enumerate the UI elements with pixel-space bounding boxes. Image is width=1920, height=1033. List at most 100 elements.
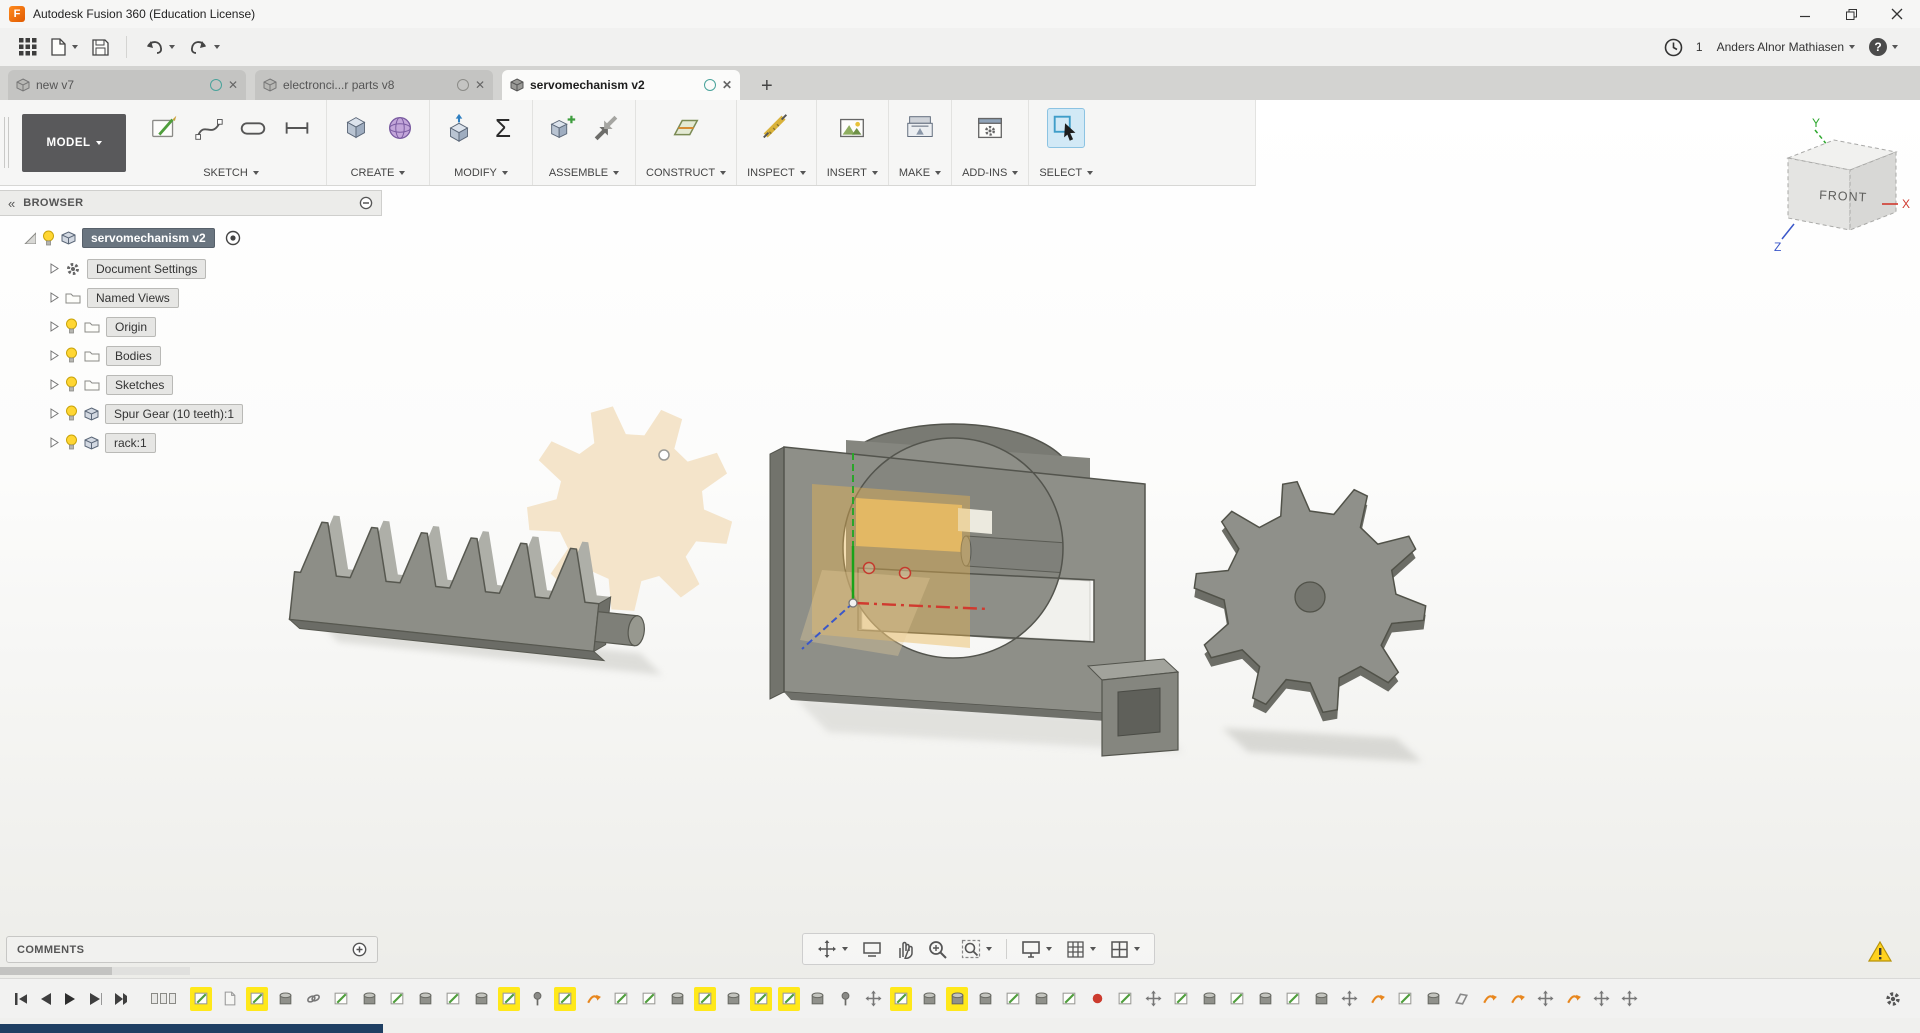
ribbon-group-label[interactable]: INSERT	[827, 167, 878, 179]
visibility-bulb-icon[interactable]	[65, 405, 78, 422]
display-settings-icon[interactable]	[1015, 938, 1058, 960]
timeline-go-to-end-button[interactable]	[108, 986, 133, 1012]
parameters-sigma-icon[interactable]: Σ	[484, 108, 522, 148]
timeline-sketch-icon[interactable]	[610, 987, 632, 1011]
timeline-scrollbar[interactable]	[0, 1024, 383, 1033]
timeline-joint-icon[interactable]	[1506, 987, 1528, 1011]
slot-tool-icon[interactable]	[234, 108, 272, 148]
timeline-sketch-icon[interactable]	[386, 987, 408, 1011]
look-at-icon[interactable]	[856, 939, 888, 959]
timeline-extrude-icon[interactable]	[1422, 987, 1444, 1011]
sketch-circle[interactable]	[862, 561, 876, 575]
browser-item-label[interactable]: rack:1	[105, 432, 156, 453]
timeline-step-forward-button[interactable]	[83, 986, 108, 1012]
browser-root-item[interactable]: servomechanism v2	[0, 222, 382, 254]
timeline-sketch-icon[interactable]	[778, 986, 800, 1011]
timeline-extrude-icon[interactable]	[274, 987, 296, 1011]
expander-icon[interactable]	[50, 408, 59, 419]
timeline-sketch-icon[interactable]	[1226, 987, 1248, 1011]
timeline-move-icon[interactable]	[1534, 987, 1556, 1011]
expander-icon[interactable]	[50, 263, 59, 274]
browser-item-label[interactable]: Named Views	[87, 287, 179, 308]
visibility-bulb-icon[interactable]	[65, 318, 78, 335]
timeline-joint-icon[interactable]	[1366, 987, 1388, 1011]
viewcube-front-face[interactable]: FRONT	[1819, 188, 1868, 204]
browser-item-rack[interactable]: rack:1	[0, 428, 382, 457]
timeline-move-icon[interactable]	[1590, 987, 1612, 1011]
restore-button[interactable]	[1828, 0, 1874, 28]
timeline-extrude-icon[interactable]	[358, 987, 380, 1011]
new-body-box-icon[interactable]	[337, 108, 375, 148]
comments-scrollbar[interactable]	[0, 967, 190, 975]
ribbon-group-label[interactable]: SELECT	[1039, 167, 1094, 179]
expander-icon[interactable]	[50, 350, 59, 361]
app-grid-icon[interactable]	[12, 32, 44, 62]
timeline-options-gear-icon[interactable]	[1884, 990, 1912, 1008]
workspace-switcher[interactable]: MODEL	[22, 113, 126, 172]
timeline-extrude-icon[interactable]	[1030, 987, 1052, 1011]
timeline-extrude-icon[interactable]	[1254, 987, 1276, 1011]
timeline-extrude-icon[interactable]	[414, 987, 436, 1011]
browser-item-sketches[interactable]: Sketches	[0, 370, 382, 399]
3d-print-icon[interactable]	[901, 108, 939, 148]
timeline-sketch-icon[interactable]	[694, 986, 716, 1011]
ribbon-group-label[interactable]: SKETCH	[203, 167, 259, 179]
grid-settings-icon[interactable]	[1060, 938, 1102, 961]
close-tab-icon[interactable]: ✕	[722, 78, 732, 92]
browser-item-label[interactable]: Sketches	[106, 374, 174, 395]
timeline-plane-icon[interactable]	[1450, 987, 1472, 1011]
timeline-sketch-icon[interactable]	[498, 986, 520, 1011]
close-tab-icon[interactable]: ✕	[475, 78, 485, 92]
redo-button[interactable]	[182, 32, 227, 62]
minimize-button[interactable]	[1782, 0, 1828, 28]
ribbon-group-label[interactable]: INSPECT	[747, 167, 806, 179]
job-status-clock-icon[interactable]	[1657, 32, 1690, 62]
warning-icon[interactable]	[1868, 941, 1892, 962]
timeline-extrude-icon[interactable]	[946, 986, 968, 1011]
document-tab[interactable]: new v7 ✕	[8, 70, 246, 100]
timeline-extrude-icon[interactable]	[974, 987, 996, 1011]
new-tab-button[interactable]: +	[755, 74, 779, 100]
expander-icon[interactable]	[50, 379, 59, 390]
create-sketch-icon[interactable]	[146, 108, 184, 148]
timeline-sketch-icon[interactable]	[1394, 987, 1416, 1011]
expander-icon[interactable]	[50, 292, 59, 303]
timeline-sketch-icon[interactable]	[638, 987, 660, 1011]
timeline-doc-icon[interactable]	[218, 987, 240, 1011]
close-tab-icon[interactable]: ✕	[228, 78, 238, 92]
user-menu[interactable]: Anders Alnor Mathiasen	[1717, 40, 1855, 54]
browser-item-spur-gear[interactable]: Spur Gear (10 teeth):1	[0, 399, 382, 428]
timeline-move-icon[interactable]	[1338, 987, 1360, 1011]
activate-component-radio-icon[interactable]	[225, 230, 241, 246]
timeline-sketch-icon[interactable]	[1002, 987, 1024, 1011]
timeline-extrude-icon[interactable]	[470, 987, 492, 1011]
timeline-extrude-icon[interactable]	[1310, 987, 1332, 1011]
collapse-browser-icon[interactable]: «	[8, 196, 15, 211]
timeline-sketch-icon[interactable]	[1170, 987, 1192, 1011]
document-tab[interactable]: electronci...r parts v8 ✕	[255, 70, 493, 100]
ribbon-group-label[interactable]: ADD-INS	[962, 167, 1019, 179]
timeline-sketch-icon[interactable]	[190, 986, 212, 1011]
timeline-pin-icon[interactable]	[526, 987, 548, 1011]
construct-plane-icon[interactable]	[667, 108, 705, 148]
ribbon-group-label[interactable]: CONSTRUCT	[646, 167, 727, 179]
measure-tool-icon[interactable]	[757, 108, 795, 148]
ribbon-group-label[interactable]: ASSEMBLE	[549, 167, 620, 179]
timeline-extrude-icon[interactable]	[722, 987, 744, 1011]
browser-item-label[interactable]: Spur Gear (10 teeth):1	[105, 403, 244, 424]
viewcube[interactable]: Y FRONT X Z	[1770, 112, 1920, 262]
ribbon-group-label[interactable]: MAKE	[899, 167, 942, 179]
visibility-bulb-icon[interactable]	[42, 230, 55, 247]
timeline-move-icon[interactable]	[1618, 987, 1640, 1011]
browser-item-origin[interactable]: Origin	[0, 312, 382, 341]
viewports-icon[interactable]	[1104, 938, 1146, 961]
timeline-sketch-icon[interactable]	[1282, 987, 1304, 1011]
document-tab-active[interactable]: servomechanism v2 ✕	[502, 70, 740, 100]
browser-item-document-settings[interactable]: Document Settings	[0, 254, 382, 283]
help-menu[interactable]: ?	[1869, 38, 1898, 56]
browser-item-label[interactable]: Origin	[106, 316, 157, 337]
add-comment-icon[interactable]	[352, 942, 367, 957]
sketch-circle[interactable]	[898, 566, 912, 580]
browser-root-label[interactable]: servomechanism v2	[82, 228, 215, 248]
timeline-sketch-icon[interactable]	[246, 986, 268, 1011]
